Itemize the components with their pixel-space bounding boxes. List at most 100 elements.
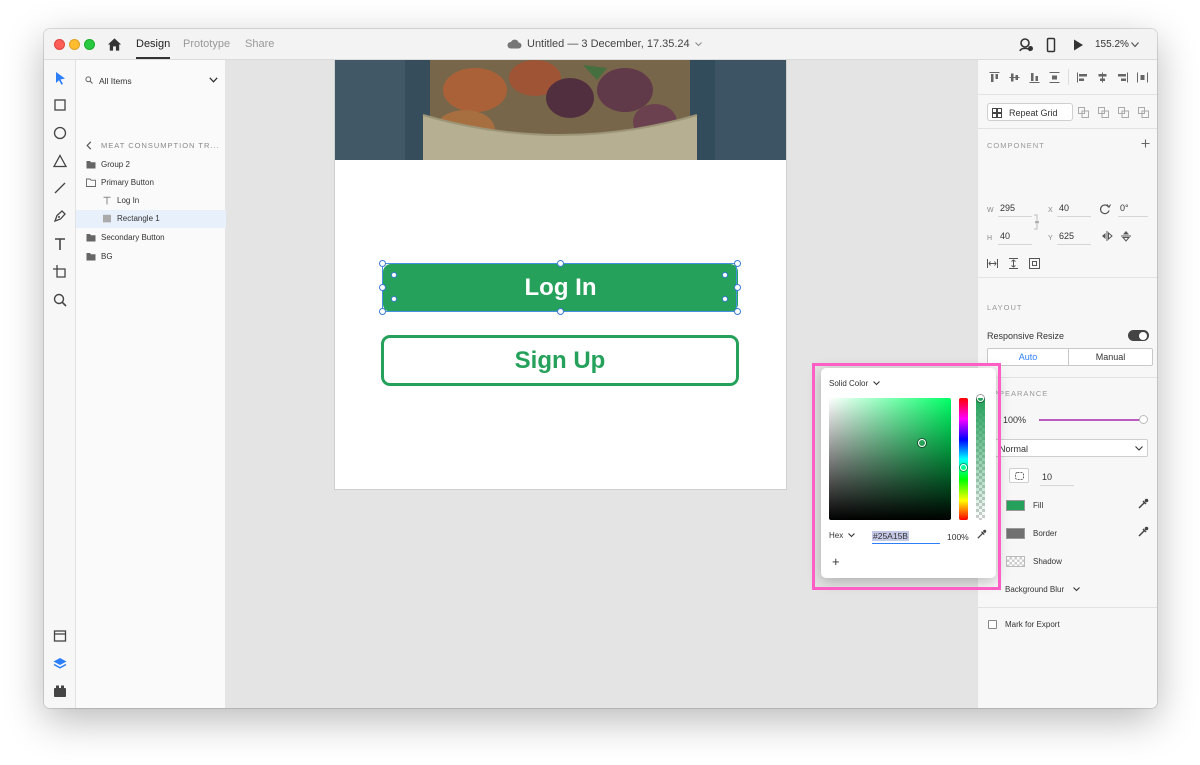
secondary-button[interactable]: Sign Up: [381, 335, 739, 386]
eyedropper-icon[interactable]: [976, 529, 987, 540]
auto-resize-button[interactable]: Auto: [987, 348, 1069, 366]
layer-item-bg[interactable]: BG: [76, 248, 226, 266]
zoom-level[interactable]: 155.2%: [1095, 39, 1129, 50]
fixed-width-icon[interactable]: [987, 258, 998, 269]
artboard[interactable]: Log In Sign Up: [335, 60, 786, 489]
document-title[interactable]: Untitled — 3 December, 17.35.24: [507, 38, 702, 50]
add-component-icon[interactable]: [1141, 139, 1150, 148]
layer-item-group-2[interactable]: Group 2: [76, 156, 226, 174]
ellipse-tool-icon[interactable]: [52, 125, 68, 141]
assets-panel-icon[interactable]: [52, 628, 68, 644]
height-field[interactable]: 40: [1000, 231, 1010, 241]
layer-item-log-in[interactable]: Log In: [76, 192, 226, 210]
distribute-horizontal-icon[interactable]: [1137, 72, 1148, 83]
play-icon[interactable]: [1070, 37, 1086, 53]
add-swatch-button[interactable]: +: [832, 554, 840, 569]
width-field[interactable]: 295: [1000, 203, 1015, 213]
resize-handle-left[interactable]: [379, 284, 386, 291]
minimize-window-button[interactable]: [69, 39, 80, 50]
corner-radius-handle[interactable]: [722, 272, 728, 278]
zoom-tool-icon[interactable]: [52, 292, 68, 308]
device-preview-icon[interactable]: [1043, 37, 1059, 53]
align-bottom-icon[interactable]: [1029, 72, 1040, 83]
corner-radius-handle[interactable]: [391, 272, 397, 278]
repeat-grid-button[interactable]: Repeat Grid: [987, 103, 1073, 121]
hue-slider[interactable]: [959, 398, 968, 520]
tab-design[interactable]: Design: [136, 38, 171, 59]
corner-radius-handle[interactable]: [722, 296, 728, 302]
responsive-resize-toggle[interactable]: [1128, 330, 1149, 341]
border-swatch[interactable]: [1006, 528, 1025, 539]
tab-share[interactable]: Share: [245, 38, 274, 50]
saturation-value-handle[interactable]: [918, 439, 926, 447]
alpha-slider[interactable]: [976, 398, 985, 520]
chevron-down-icon[interactable]: [1073, 587, 1080, 592]
resize-handle-right[interactable]: [734, 284, 741, 291]
hex-input[interactable]: #25A15B: [872, 529, 940, 544]
select-tool-icon[interactable]: [52, 70, 68, 86]
boolean-subtract-icon[interactable]: [1098, 107, 1109, 118]
alpha-field[interactable]: 100%: [947, 532, 969, 542]
polygon-tool-icon[interactable]: [52, 153, 68, 169]
primary-button[interactable]: Log In: [383, 264, 738, 312]
resize-handle-bottom-right[interactable]: [734, 308, 741, 315]
line-tool-icon[interactable]: [52, 180, 68, 196]
y-field[interactable]: 625: [1059, 231, 1074, 241]
boolean-intersect-icon[interactable]: [1118, 107, 1129, 118]
resize-handle-bottom[interactable]: [557, 308, 564, 315]
color-mode-select[interactable]: Solid Color: [829, 379, 881, 388]
manual-resize-button[interactable]: Manual: [1069, 348, 1153, 366]
shadow-swatch[interactable]: [1006, 556, 1025, 567]
corner-radius-handle[interactable]: [391, 296, 397, 302]
flip-vertical-icon[interactable]: [1121, 230, 1131, 242]
rectangle-tool-icon[interactable]: [52, 97, 68, 113]
resize-handle-top-right[interactable]: [734, 260, 741, 267]
alpha-slider-handle[interactable]: [977, 395, 984, 402]
opacity-field[interactable]: 100%: [1003, 415, 1026, 425]
layer-item-primary-button[interactable]: Primary Button: [76, 174, 226, 192]
hue-slider-handle[interactable]: [960, 464, 967, 471]
align-left-icon[interactable]: [1077, 72, 1088, 83]
text-tool-icon[interactable]: [52, 236, 68, 252]
home-icon[interactable]: [107, 37, 122, 52]
lock-aspect-icon[interactable]: [1034, 214, 1040, 230]
rotation-field[interactable]: 0°: [1120, 203, 1129, 213]
opacity-slider-thumb[interactable]: [1139, 415, 1148, 424]
fixed-position-icon[interactable]: [1029, 258, 1040, 269]
distribute-vertical-icon[interactable]: [1049, 72, 1060, 83]
corner-radius-field[interactable]: 10: [1042, 472, 1052, 482]
tab-prototype[interactable]: Prototype: [183, 38, 230, 50]
layer-item-rectangle-1[interactable]: Rectangle 1: [76, 210, 226, 228]
boolean-add-icon[interactable]: [1078, 107, 1089, 118]
breadcrumb-back[interactable]: MEAT CONSUMPTION TR...: [76, 137, 226, 155]
boolean-exclude-icon[interactable]: [1138, 107, 1149, 118]
align-right-icon[interactable]: [1117, 72, 1128, 83]
saturation-value-field[interactable]: [829, 398, 951, 520]
blend-mode-select[interactable]: Normal: [995, 439, 1148, 457]
layers-filter[interactable]: All Items: [76, 67, 226, 93]
align-top-icon[interactable]: [989, 72, 1000, 83]
fixed-height-icon[interactable]: [1008, 258, 1019, 269]
x-field[interactable]: 40: [1059, 203, 1069, 213]
fill-swatch[interactable]: [1006, 500, 1025, 511]
layer-item-secondary-button[interactable]: Secondary Button: [76, 229, 226, 247]
layers-panel-icon[interactable]: [52, 656, 68, 672]
corner-radius-mode-button[interactable]: [1009, 468, 1029, 483]
align-middle-icon[interactable]: [1009, 72, 1020, 83]
plugins-panel-icon[interactable]: [52, 683, 68, 699]
artboard-tool-icon[interactable]: [52, 264, 68, 280]
zoom-chevron-icon[interactable]: [1131, 42, 1139, 48]
align-center-icon[interactable]: [1097, 72, 1108, 83]
flip-horizontal-icon[interactable]: [1101, 231, 1113, 241]
resize-handle-top-left[interactable]: [379, 260, 386, 267]
mark-for-export-checkbox[interactable]: [988, 620, 997, 629]
maximize-window-button[interactable]: [84, 39, 95, 50]
resize-handle-bottom-left[interactable]: [379, 308, 386, 315]
eyedropper-icon[interactable]: [1137, 526, 1149, 538]
color-format-select[interactable]: Hex: [829, 531, 856, 540]
resize-handle-top[interactable]: [557, 260, 564, 267]
share-user-icon[interactable]: [1018, 37, 1034, 53]
pen-tool-icon[interactable]: [52, 208, 68, 224]
close-window-button[interactable]: [54, 39, 65, 50]
opacity-slider[interactable]: [1039, 419, 1143, 421]
